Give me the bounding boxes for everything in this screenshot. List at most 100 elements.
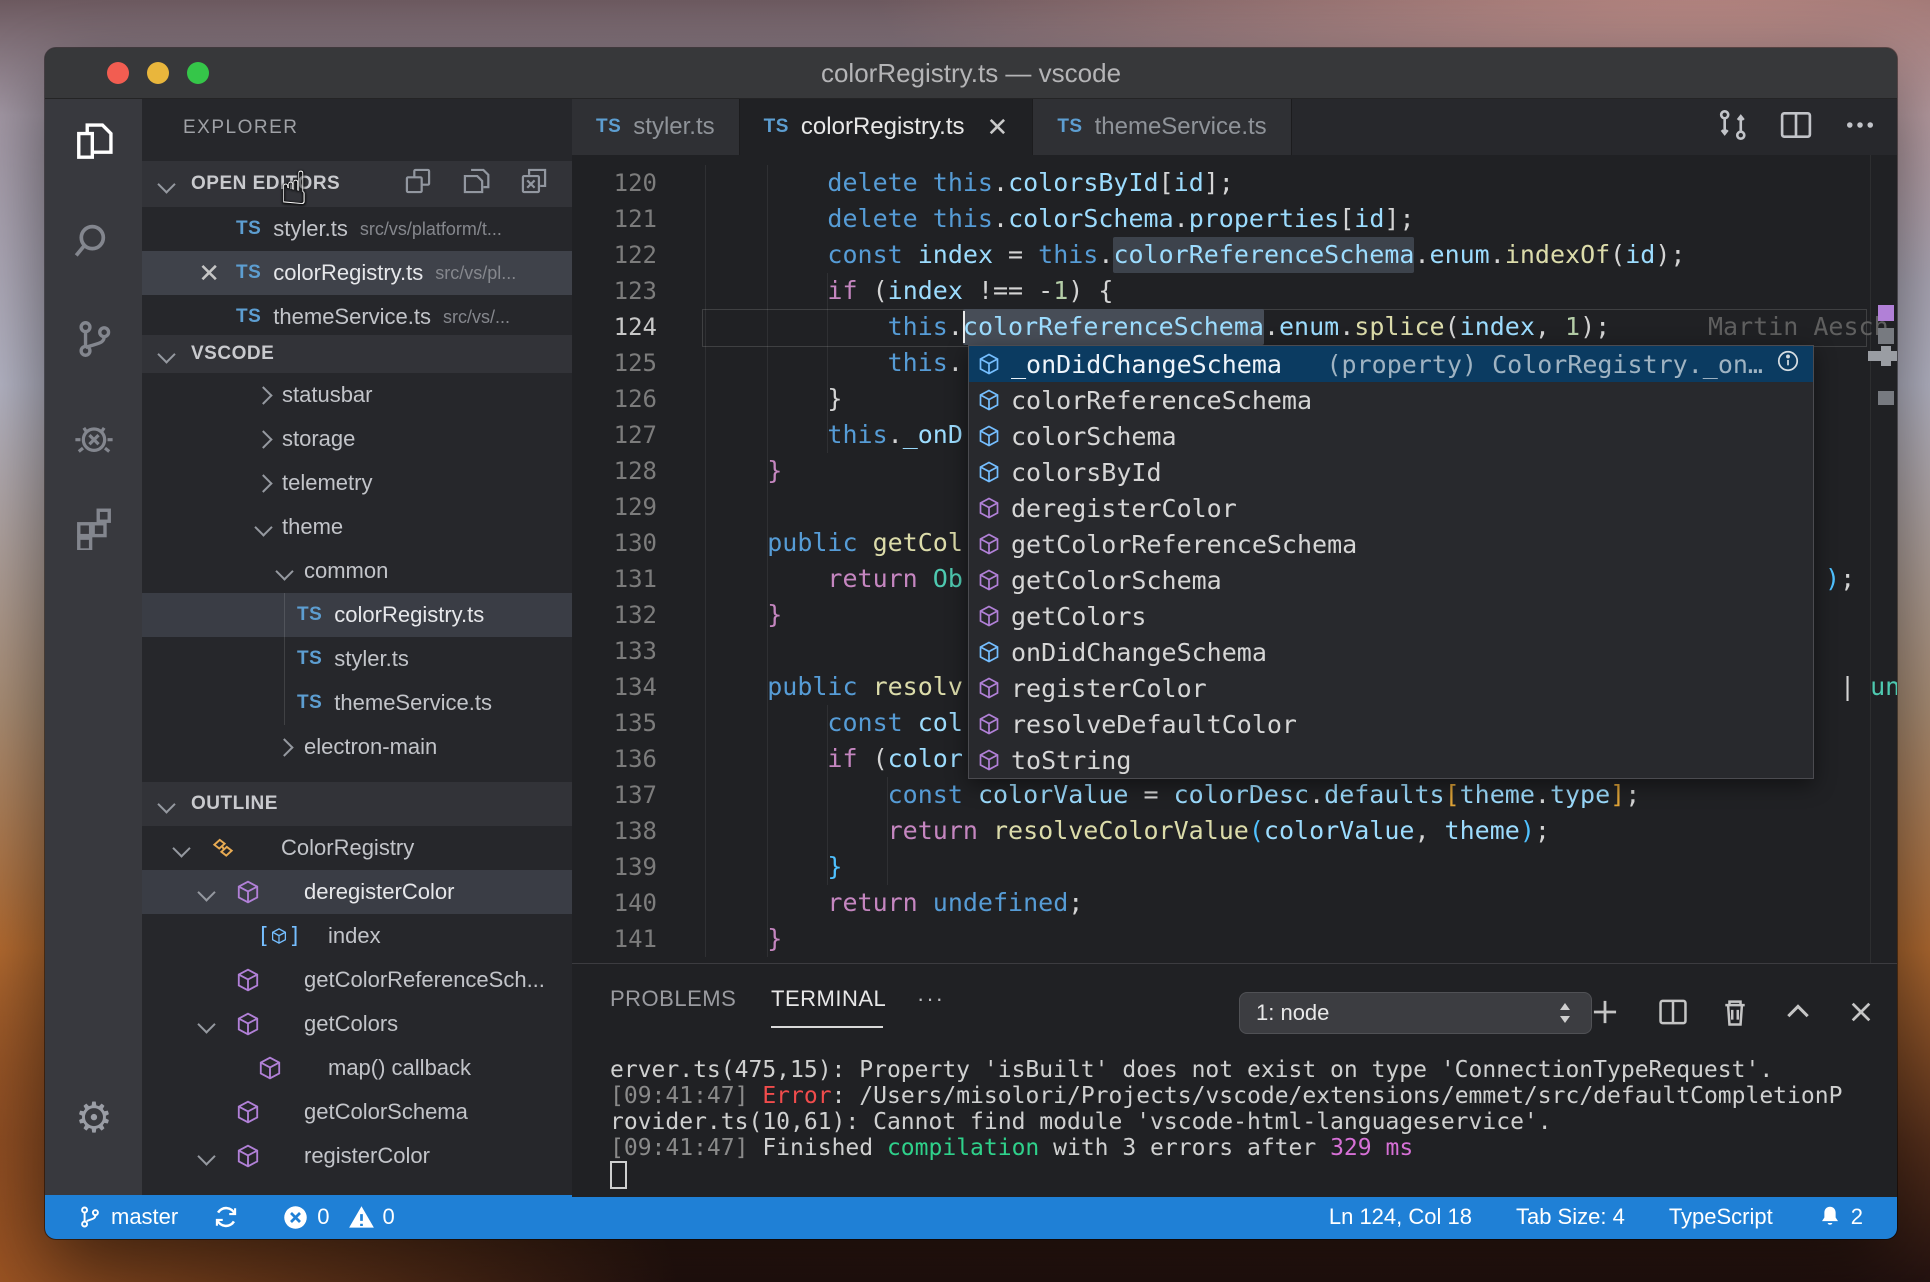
text-cursor [962, 311, 965, 343]
language-mode-item[interactable]: TypeScript [1669, 1204, 1773, 1230]
activitybar-item-debug[interactable] [69, 413, 119, 463]
panel-more-icon[interactable]: ··· [917, 977, 945, 1021]
activitybar-item-explorer[interactable] [69, 117, 119, 167]
toggle-layout-button[interactable] [402, 165, 434, 203]
line-number: 133 [613, 637, 657, 665]
line-number: 130 [613, 529, 657, 557]
ruler-decoration [1878, 328, 1894, 344]
activitybar-item-source-control[interactable] [69, 314, 119, 364]
open-editors-header[interactable]: OPEN EDITORS [142, 161, 572, 207]
suggest-item-colorreferenceschema[interactable]: colorReferenceSchema [969, 382, 1813, 418]
editor-tab-styler-ts[interactable]: TS styler.ts [572, 99, 740, 155]
info-icon[interactable] [1775, 348, 1801, 380]
tree-item-styler-ts[interactable]: TS styler.ts [142, 637, 572, 681]
outline-item-map-callback[interactable]: map() callback [142, 1046, 572, 1090]
outline-item-index[interactable]: [] index [142, 914, 572, 958]
suggest-item-colorschema[interactable]: colorSchema [969, 418, 1813, 454]
typescript-file-icon: TS [596, 116, 622, 137]
tree-item-common[interactable]: common [142, 549, 572, 593]
tree-item-telemetry[interactable]: telemetry [142, 461, 572, 505]
title-bar[interactable]: colorRegistry.ts — vscode [45, 48, 1897, 99]
symbol-method-icon [235, 1011, 261, 1037]
open-editor-item[interactable]: ✕ TS colorRegistry.ts src/vs/pl... [142, 251, 572, 295]
chevron-right-icon [254, 429, 273, 449]
git-branch-item[interactable]: master [77, 1203, 178, 1231]
window-title: colorRegistry.ts — vscode [820, 58, 1122, 88]
code-line-139: 139 } [572, 849, 1897, 885]
close-panel-button[interactable] [1839, 990, 1883, 1034]
outline-item-colorregistry[interactable]: ColorRegistry [142, 826, 572, 870]
outline-item-label: deregisterColor [304, 879, 455, 904]
suggest-item-colorsbyid[interactable]: colorsById [969, 454, 1813, 490]
chevron-down-icon [157, 344, 176, 364]
new-terminal-button[interactable] [1583, 990, 1627, 1034]
activitybar-item-settings[interactable]: ⚙ [69, 1092, 119, 1142]
symbol-cube-icon [979, 461, 999, 483]
outline-section-label: OUTLINE [191, 793, 278, 814]
save-all-button[interactable] [460, 165, 492, 203]
suggest-item-getcolors[interactable]: getColors [969, 598, 1813, 634]
tab-terminal[interactable]: TERMINAL [771, 977, 886, 1021]
outline-item-getcolors[interactable]: getColors [142, 1002, 572, 1046]
more-button[interactable] [1841, 106, 1879, 149]
tree-item-themeservice-ts[interactable]: TS themeService.ts [142, 681, 572, 725]
outline-item-getcolorschema[interactable]: getColorSchema [142, 1090, 572, 1134]
open-editor-item[interactable]: TS themeService.ts src/vs/... [142, 295, 572, 339]
close-icon[interactable]: ✕ [142, 258, 236, 289]
folder-section-header[interactable]: VSCODE [142, 335, 572, 373]
code-text: this.colorReferenceSchema.enum.splice(in… [887, 312, 1611, 341]
symbol-property-icon [977, 640, 1001, 664]
editor-tab-themeservice-ts[interactable]: TS themeService.ts [1033, 99, 1292, 155]
suggest-item-registercolor[interactable]: registerColor [969, 670, 1813, 706]
editor-tab-colorregistry-ts[interactable]: TS colorRegistry.ts ✕ [739, 99, 1034, 155]
tab-label: themeService.ts [1094, 113, 1267, 140]
tab-size-item[interactable]: Tab Size: 4 [1516, 1204, 1625, 1230]
code-editor[interactable]: 120 delete this.colorsById[id]; 121 delet… [572, 155, 1897, 963]
notifications-item[interactable]: 2 [1817, 1203, 1863, 1231]
line-number: 127 [613, 421, 657, 449]
compare-button[interactable] [1713, 106, 1751, 149]
terminal-output[interactable]: erver.ts(475,15): Property 'isBuilt' doe… [610, 1057, 1877, 1189]
problems-item[interactable]: 0 0 [282, 1204, 395, 1231]
split-terminal-button[interactable] [1651, 990, 1695, 1034]
maximize-panel-button[interactable] [1776, 990, 1820, 1034]
suggest-item--ondidchangeschema[interactable]: _onDidChangeSchema (property) ColorRegist… [969, 346, 1813, 382]
outline-item-deregistercolor[interactable]: deregisterColor [142, 870, 572, 914]
symbol-cube-icon [237, 1100, 259, 1124]
suggest-item-tostring[interactable]: toString [969, 742, 1813, 778]
tree-item-theme[interactable]: theme [142, 505, 572, 549]
tree-item-label: theme [282, 514, 344, 539]
symbol-cube-icon [272, 928, 287, 944]
suggest-item-deregistercolor[interactable]: deregisterColor [969, 490, 1813, 526]
sync-item[interactable] [212, 1203, 248, 1231]
open-editor-item[interactable]: TS styler.ts src/vs/platform/t... [142, 207, 572, 251]
tree-item-electron-main[interactable]: electron-main [142, 725, 572, 769]
suggest-item-resolvedefaultcolor[interactable]: resolveDefaultColor [969, 706, 1813, 742]
outline-item-getcolorreferencesch-[interactable]: getColorReferenceSch... [142, 958, 572, 1002]
file-name: themeService.ts [273, 304, 432, 329]
outline-item-registercolor[interactable]: registerColor [142, 1134, 572, 1178]
file-name: colorRegistry.ts [273, 260, 424, 285]
activitybar-item-extensions[interactable] [69, 503, 119, 553]
line-number: 120 [613, 169, 657, 197]
suggest-item-ondidchangeschema[interactable]: onDidChangeSchema [969, 634, 1813, 670]
activitybar-item-search[interactable] [69, 216, 119, 266]
kill-terminal-button[interactable] [1713, 990, 1757, 1034]
code-text: } [827, 852, 843, 881]
suggest-item-getcolorreferenceschema[interactable]: getColorReferenceSchema [969, 526, 1813, 562]
split-editor-button[interactable] [1777, 106, 1815, 149]
cursor-position-item[interactable]: Ln 124, Col 18 [1329, 1204, 1472, 1230]
close-icon[interactable]: ✕ [987, 112, 1009, 143]
line-number: 136 [613, 745, 657, 773]
tab-problems[interactable]: PROBLEMS [610, 977, 736, 1021]
tree-item-statusbar[interactable]: statusbar [142, 373, 572, 417]
terminal-cursor-line [610, 1161, 1877, 1189]
typescript-file-icon: TS [763, 116, 789, 137]
suggest-item-getcolorschema[interactable]: getColorSchema [969, 562, 1813, 598]
tree-item-storage[interactable]: storage [142, 417, 572, 461]
outline-section-header[interactable]: OUTLINE [142, 782, 572, 826]
terminal-select[interactable]: 1: node [1239, 992, 1592, 1034]
close-all-button[interactable] [518, 165, 550, 203]
tree-item-colorregistry-ts[interactable]: TS colorRegistry.ts [142, 593, 572, 637]
chevron-down-icon [157, 794, 176, 814]
